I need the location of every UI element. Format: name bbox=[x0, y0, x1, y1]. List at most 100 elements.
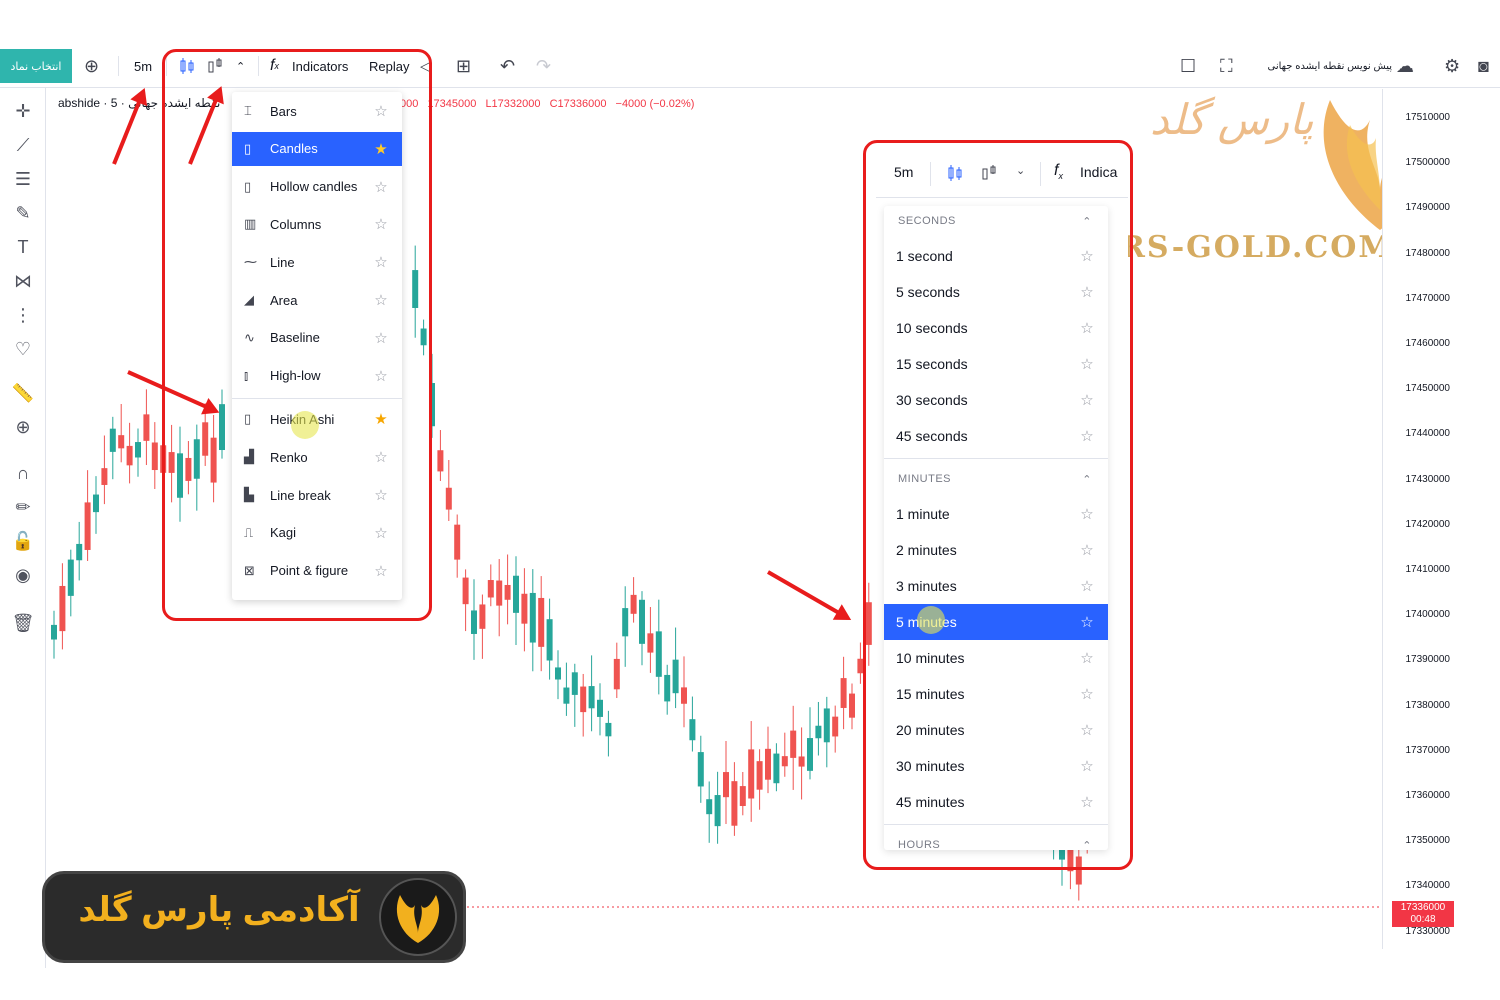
candle-body bbox=[807, 738, 813, 771]
candle-body bbox=[731, 781, 738, 826]
candle-body bbox=[588, 686, 595, 709]
ruler-icon[interactable]: 📏 bbox=[10, 380, 36, 406]
symbol-search-button[interactable]: انتخاب نماد bbox=[0, 49, 72, 83]
candle-body bbox=[790, 730, 797, 758]
candle-body bbox=[529, 592, 536, 643]
price-tick-label: 17490000 bbox=[1405, 202, 1451, 214]
candle-body bbox=[630, 594, 637, 614]
candle-body bbox=[118, 435, 125, 449]
candle-body bbox=[672, 659, 679, 694]
price-tick-label: 17330000 bbox=[1405, 925, 1451, 937]
candle-body bbox=[143, 414, 150, 441]
candle-body bbox=[93, 494, 99, 513]
candle-body bbox=[67, 559, 74, 596]
candle-body bbox=[555, 667, 561, 680]
banner-title: آکادمی پارس گلد bbox=[78, 891, 360, 929]
brush-icon[interactable]: ✎ bbox=[10, 200, 36, 226]
add-symbol-icon[interactable]: ⊕ bbox=[84, 54, 99, 78]
candle-body bbox=[580, 686, 587, 713]
candle-body bbox=[597, 699, 603, 717]
fullscreen-square-icon[interactable]: ☐ bbox=[1180, 54, 1196, 78]
text-icon[interactable]: T bbox=[10, 234, 36, 260]
camera-icon[interactable]: ◙ bbox=[1478, 54, 1489, 78]
price-tick-label: 17480000 bbox=[1405, 247, 1451, 259]
ohlc-close: C17336000 bbox=[549, 98, 607, 110]
candle-body bbox=[706, 799, 713, 815]
unlock-icon[interactable]: 🔓 bbox=[10, 528, 36, 554]
crosshair-icon[interactable]: ✛ bbox=[10, 98, 36, 124]
last-price-value: 17336000 bbox=[1400, 902, 1446, 913]
magnet-icon[interactable]: ∩ bbox=[10, 460, 36, 486]
candle-body bbox=[681, 687, 687, 704]
undo-icon[interactable]: ↶ bbox=[500, 54, 515, 78]
candle-body bbox=[781, 756, 788, 767]
candle-body bbox=[840, 678, 847, 708]
candle-body bbox=[445, 487, 452, 510]
candle-body bbox=[697, 752, 704, 787]
candle-body bbox=[605, 722, 612, 737]
prediction-icon[interactable]: ⋮ bbox=[10, 302, 36, 328]
trend-line-icon[interactable]: ⟋ bbox=[10, 132, 36, 158]
candle-body bbox=[739, 786, 746, 807]
redo-icon[interactable]: ↷ bbox=[536, 54, 551, 78]
candle-body bbox=[622, 608, 629, 637]
interval-button[interactable]: 5m bbox=[134, 54, 152, 78]
candle-body bbox=[84, 502, 91, 550]
candle-body bbox=[546, 619, 553, 661]
candle-body bbox=[462, 577, 469, 605]
price-tick-label: 17380000 bbox=[1405, 699, 1451, 711]
candle-body bbox=[639, 599, 645, 644]
candle-body bbox=[76, 543, 83, 561]
price-scale[interactable]: 17510000 17500000 17490000 17480000 17470000… bbox=[1382, 89, 1464, 949]
eye-icon[interactable]: ◉ bbox=[10, 562, 36, 588]
candle-body bbox=[613, 658, 620, 690]
candle-body bbox=[765, 748, 771, 780]
candle-body bbox=[59, 585, 66, 632]
price-tick-label: 17340000 bbox=[1405, 880, 1451, 892]
candle-body bbox=[714, 795, 721, 827]
ohlc-change: −4000 (−0.02%) bbox=[615, 98, 695, 110]
zoom-in-icon[interactable]: ⊕ bbox=[10, 414, 36, 440]
price-tick-label: 17510000 bbox=[1405, 112, 1451, 123]
candle-body bbox=[109, 428, 116, 452]
candle-body bbox=[571, 672, 578, 695]
candle-body bbox=[101, 468, 108, 485]
candle-body bbox=[823, 708, 830, 743]
highlight-box-interval bbox=[863, 140, 1133, 870]
candle-body bbox=[126, 445, 133, 466]
drawing-toolbar: ✛ ⟋ ☰ ✎ T ⋈ ⋮ ♡ 📏 ⊕ ∩ ✏ 🔓 ◉ 🗑 bbox=[0, 88, 46, 968]
favorites-heart-icon[interactable]: ♡ bbox=[10, 336, 36, 362]
price-tick-label: 17500000 bbox=[1405, 157, 1451, 169]
academy-banner: آکادمی پارس گلد bbox=[42, 871, 466, 963]
fullscreen-icon[interactable]: ⛶ bbox=[1220, 54, 1233, 78]
candle-body bbox=[538, 597, 545, 647]
candle-body bbox=[563, 687, 570, 704]
price-tick-label: 17400000 bbox=[1405, 609, 1451, 621]
candle-body bbox=[798, 756, 805, 767]
candle-body bbox=[664, 674, 671, 702]
price-tick-label: 17430000 bbox=[1405, 473, 1451, 485]
candle-body bbox=[773, 753, 780, 784]
candle-body bbox=[832, 716, 839, 737]
banner-logo bbox=[379, 878, 457, 956]
price-tick-label: 17470000 bbox=[1405, 292, 1451, 304]
candle-body bbox=[487, 580, 494, 598]
candle-body bbox=[756, 761, 763, 790]
last-price-label: 17336000 00:48 bbox=[1392, 901, 1454, 927]
price-tick-label: 17460000 bbox=[1405, 338, 1451, 349]
candle-body bbox=[437, 450, 444, 472]
price-tick-label: 17450000 bbox=[1405, 383, 1451, 395]
trash-icon[interactable]: 🗑 bbox=[10, 610, 36, 636]
brand-watermark-fa: پارس گلد bbox=[1150, 96, 1314, 143]
lock-drawing-icon[interactable]: ✏ bbox=[10, 494, 36, 520]
layout-icon[interactable]: ⊞ bbox=[456, 54, 471, 78]
ohlc-high: 17345000 bbox=[427, 98, 477, 110]
pattern-icon[interactable]: ⋈ bbox=[10, 268, 36, 294]
fib-lines-icon[interactable]: ☰ bbox=[10, 166, 36, 192]
candle-body bbox=[454, 524, 461, 560]
candle-body bbox=[521, 593, 528, 624]
candle-body bbox=[748, 749, 755, 799]
candle-body bbox=[647, 633, 654, 653]
candle-body bbox=[504, 584, 511, 600]
ohlc-values: 000 17345000 L17332000 C17336000 −4000 (… bbox=[400, 98, 700, 110]
